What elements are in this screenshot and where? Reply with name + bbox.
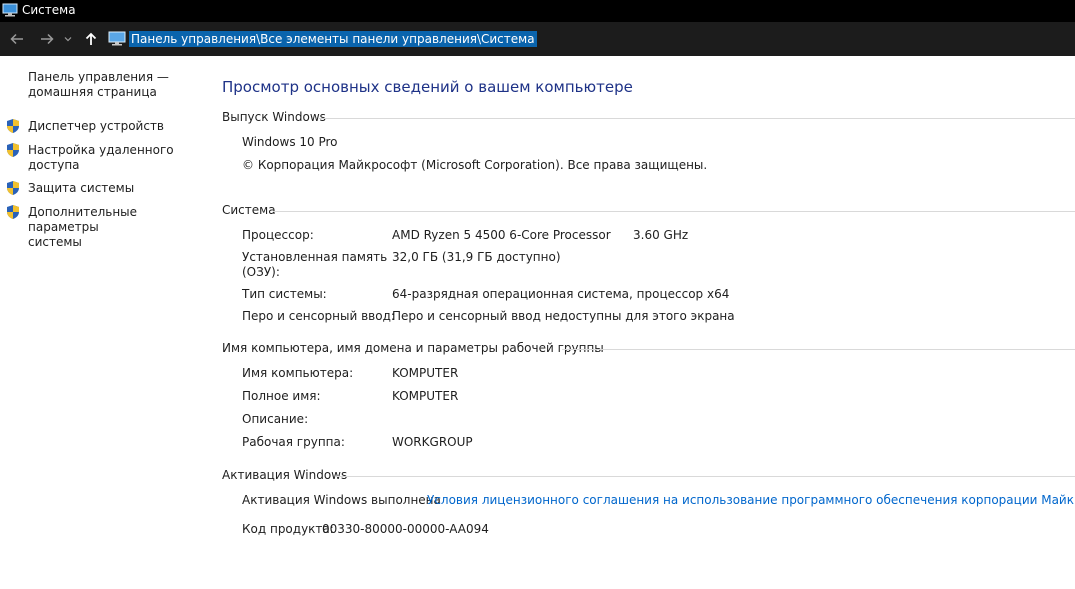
processor-value: AMD Ryzen 5 4500 6-Core Processor xyxy=(392,228,611,242)
memory-label-line1: Установленная память xyxy=(242,250,388,264)
section-header-edition: Выпуск Windows xyxy=(222,110,1075,126)
product-id-label: Код продукта: xyxy=(242,522,334,536)
full-name-label: Полное имя: xyxy=(242,389,321,403)
section-title: Выпуск Windows xyxy=(222,110,326,124)
computer-name-label: Имя компьютера: xyxy=(242,366,354,380)
page-title: Просмотр основных сведений о вашем компь… xyxy=(222,78,633,96)
system-type-label: Тип системы: xyxy=(242,287,327,301)
divider xyxy=(319,118,1075,119)
system-type-value: 64-разрядная операционная система, проце… xyxy=(392,287,730,301)
section-header-activation: Активация Windows xyxy=(222,468,1075,484)
pen-touch-value: Перо и сенсорный ввод недоступны для это… xyxy=(392,309,735,323)
windows-edition: Windows 10 Pro xyxy=(242,135,338,149)
description-label: Описание: xyxy=(242,412,309,426)
memory-value: 32,0 ГБ (31,9 ГБ доступно) xyxy=(392,250,561,264)
processor-label: Процессор: xyxy=(242,228,314,242)
workgroup-value: WORKGROUP xyxy=(392,435,473,449)
divider xyxy=(273,211,1075,212)
copyright-text: © Корпорация Майкрософт (Microsoft Corpo… xyxy=(242,158,708,172)
full-name-value: KOMPUTER xyxy=(392,389,459,403)
main-content: Просмотр основных сведений о вашем компь… xyxy=(0,0,1075,589)
memory-label: Установленная память (ОЗУ): xyxy=(242,250,387,280)
pen-touch-label: Перо и сенсорный ввод: xyxy=(242,309,395,323)
activation-status: Активация Windows выполнена xyxy=(242,493,441,507)
section-header-computer-name: Имя компьютера, имя домена и параметры р… xyxy=(222,341,1075,357)
license-terms-link[interactable]: Условия лицензионного соглашения на испо… xyxy=(427,493,1075,508)
memory-label-line2: (ОЗУ): xyxy=(242,265,280,279)
section-header-system: Система xyxy=(222,203,1075,219)
section-title: Система xyxy=(222,203,276,217)
computer-name-value: KOMPUTER xyxy=(392,366,459,380)
section-title: Активация Windows xyxy=(222,468,348,482)
processor-speed: 3.60 GHz xyxy=(633,228,689,242)
workgroup-label: Рабочая группа: xyxy=(242,435,345,449)
section-title: Имя компьютера, имя домена и параметры р… xyxy=(222,341,604,355)
divider xyxy=(335,476,1075,477)
divider xyxy=(562,349,1075,350)
product-id-value: 00330-80000-00000-AA094 xyxy=(322,522,489,536)
